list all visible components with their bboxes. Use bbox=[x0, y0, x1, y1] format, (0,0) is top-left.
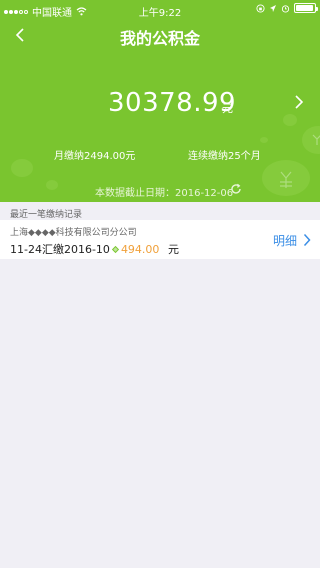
detail-button[interactable]: 明细 bbox=[273, 232, 297, 249]
record-date-period: 11-24汇缴2016-10 bbox=[10, 243, 110, 256]
chevron-right-icon[interactable] bbox=[303, 233, 311, 247]
payment-unit: 元 bbox=[167, 243, 179, 256]
account-header: 中国联通 上午9:22 我的公积金 30378.99 元 月缴纳2494.00元… bbox=[0, 0, 320, 202]
balance-unit: 元 bbox=[222, 102, 233, 115]
rotation-lock-icon bbox=[256, 3, 265, 13]
recent-section-title: 最近一笔缴纳记录 bbox=[10, 210, 83, 220]
status-right bbox=[256, 3, 318, 13]
location-icon bbox=[270, 4, 276, 12]
coin-icon bbox=[111, 245, 120, 254]
company-name: 上海◆◆◆◆科技有限公司分公司 bbox=[10, 228, 137, 238]
status-bar: 中国联通 上午9:22 bbox=[0, 0, 320, 20]
nav-bar: 我的公积金 bbox=[0, 20, 320, 50]
monthly-payment: 月缴纳2494.00元 bbox=[54, 151, 136, 162]
page-title: 我的公积金 bbox=[119, 29, 200, 48]
payment-amount: 494.00 bbox=[120, 243, 160, 256]
balance-amount: 30378.99 bbox=[108, 88, 237, 118]
consecutive-months: 连续缴纳25个月 bbox=[188, 151, 261, 162]
record-line: 11-24汇缴2016-10 494.00 元 bbox=[10, 241, 179, 257]
alarm-icon bbox=[281, 4, 290, 13]
refresh-icon[interactable] bbox=[230, 183, 242, 195]
cutoff-date: 本数据截止日期：2016-12-06 bbox=[95, 188, 234, 199]
battery-icon bbox=[294, 3, 318, 13]
recent-payment-record[interactable]: 上海◆◆◆◆科技有限公司分公司 11-24汇缴2016-10 494.00 元 明… bbox=[0, 220, 320, 259]
balance-detail-chevron-icon[interactable] bbox=[294, 94, 304, 110]
